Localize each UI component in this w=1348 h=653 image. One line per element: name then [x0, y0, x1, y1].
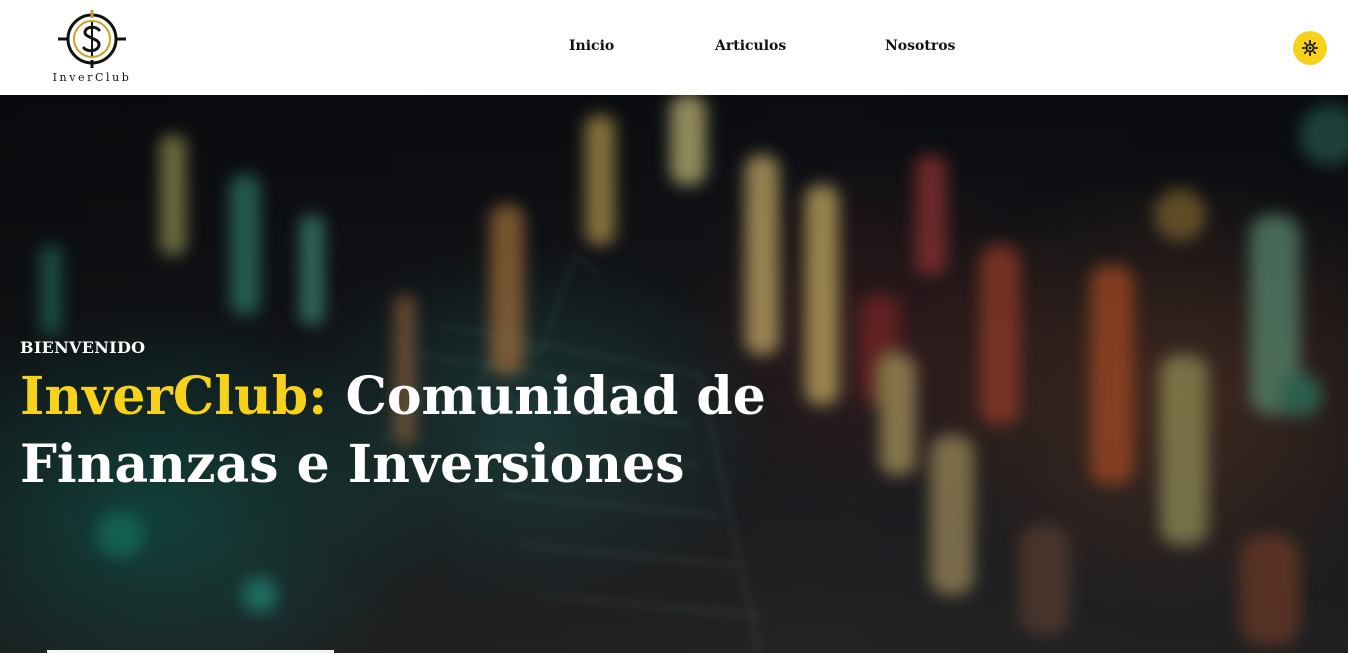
sun-icon [1302, 40, 1318, 56]
hero-title-brand: InverClub: [20, 366, 328, 427]
hero-kicker: BIENVENIDO [20, 338, 146, 357]
logo-wordmark: InverClub [52, 71, 132, 84]
nav-link-inicio[interactable]: Inicio [569, 38, 614, 54]
hero-title: InverClub: Comunidad de Finanzas e Inver… [20, 363, 780, 499]
dollar-coin-target-icon [58, 10, 126, 68]
theme-toggle-button[interactable] [1293, 31, 1327, 65]
nav-link-articulos[interactable]: Articulos [715, 38, 786, 54]
hero-section: BIENVENIDO InverClub: Comunidad de Finan… [0, 95, 1348, 653]
site-logo[interactable]: InverClub [42, 8, 142, 88]
nav-link-nosotros[interactable]: Nosotros [885, 38, 955, 54]
site-header: InverClub Inicio Articulos Nosotros [0, 0, 1348, 95]
